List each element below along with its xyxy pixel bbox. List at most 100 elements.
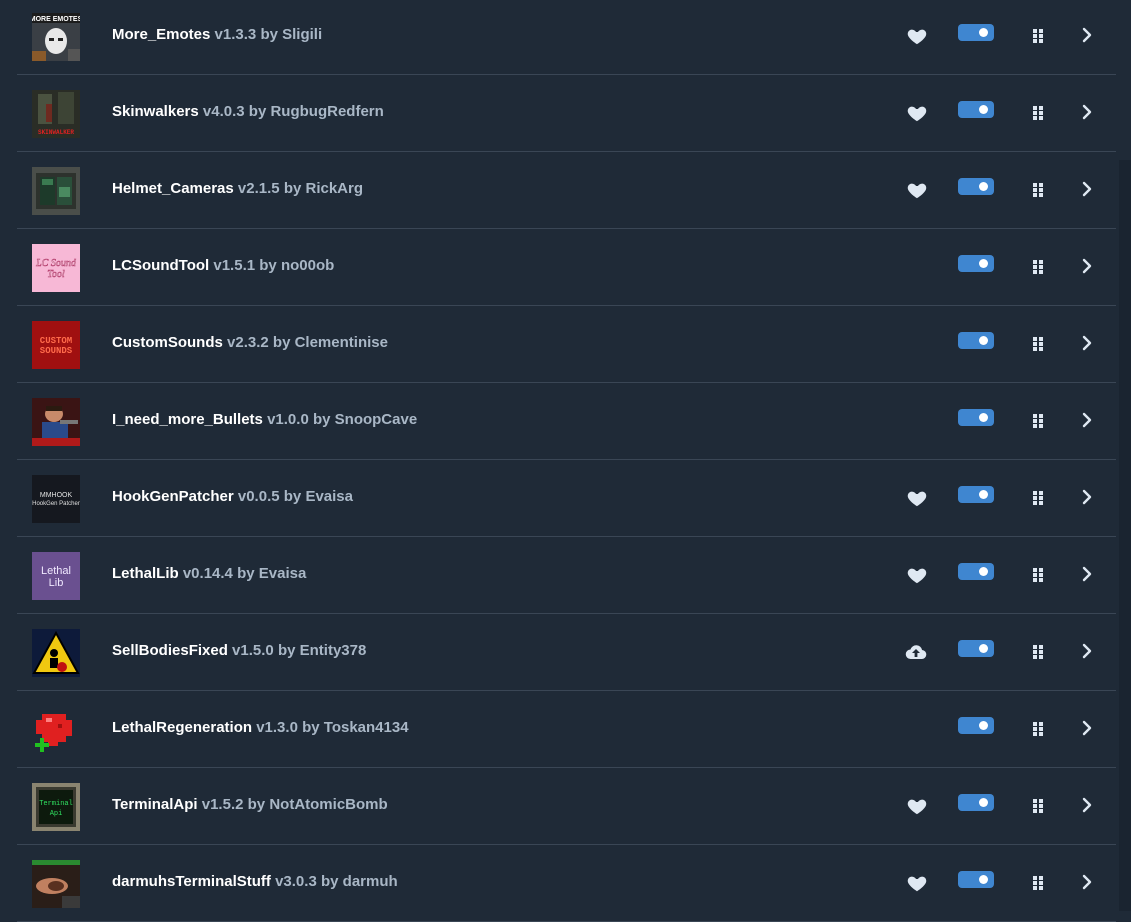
svg-text:Api: Api (50, 810, 63, 818)
chevron-right-icon[interactable] (1081, 411, 1093, 429)
drag-handle-icon[interactable] (1032, 875, 1044, 891)
enable-toggle[interactable] (958, 794, 994, 811)
mod-thumbnail (32, 706, 80, 754)
mod-version: v1.5.0 (232, 642, 274, 659)
mod-thumbnail: MMHOOK HookGen Patcher (32, 475, 80, 523)
mod-by-label: by (302, 719, 320, 736)
mod-by-label: by (259, 257, 277, 274)
svg-text:Lethal: Lethal (41, 565, 71, 577)
chevron-right-icon[interactable] (1081, 26, 1093, 44)
toggle-knob (979, 490, 988, 499)
drag-handle-icon[interactable] (1032, 721, 1044, 737)
mod-version: v2.3.2 (227, 334, 269, 351)
mod-version: v1.3.0 (256, 719, 298, 736)
scrollbar[interactable] (1119, 160, 1131, 911)
mod-version: v0.0.5 (237, 488, 280, 505)
drag-handle-icon[interactable] (1032, 182, 1044, 198)
heart-icon[interactable] (906, 872, 928, 894)
mod-by-label: by (247, 796, 266, 813)
mod-thumbnail: CUSTOM SOUNDS (32, 321, 80, 369)
chevron-right-icon[interactable] (1081, 103, 1093, 121)
chevron-right-icon[interactable] (1081, 488, 1093, 506)
mod-row[interactable]: SKINWALKER Skinwalkers v4.0.3 by RugbugR… (17, 76, 1116, 152)
mod-name: Helmet_Cameras (112, 180, 234, 197)
cloud-upload-icon[interactable] (904, 640, 928, 664)
mod-author: RickArg (305, 180, 364, 197)
toggle-knob (979, 259, 988, 268)
svg-text:LC Sound: LC Sound (35, 258, 77, 269)
enable-toggle[interactable] (958, 101, 994, 118)
enable-toggle[interactable] (958, 563, 994, 580)
svg-text:HookGen Patcher: HookGen Patcher (32, 501, 80, 507)
mod-name: darmuhsTerminalStuff (112, 873, 271, 890)
mod-name: LethalRegeneration (112, 719, 253, 736)
mod-row[interactable]: SellBodiesFixed v1.5.0 by Entity378 (17, 615, 1116, 691)
mod-row[interactable]: MMHOOK HookGen Patcher HookGenPatcher v0… (17, 461, 1116, 537)
chevron-right-icon[interactable] (1081, 257, 1093, 275)
enable-toggle[interactable] (958, 486, 994, 503)
mod-title: Helmet_Cameras v2.1.5 by RickArg (112, 180, 363, 197)
enable-toggle[interactable] (958, 255, 994, 272)
enable-toggle[interactable] (958, 409, 994, 426)
enable-toggle[interactable] (958, 717, 994, 734)
mod-name: SellBodiesFixed (112, 642, 228, 659)
mod-version: v4.0.3 (202, 103, 245, 120)
enable-toggle[interactable] (958, 332, 994, 349)
drag-handle-icon[interactable] (1032, 28, 1044, 44)
toggle-knob (979, 567, 988, 576)
heart-icon[interactable] (906, 487, 928, 509)
mod-row[interactable]: LC Sound Tool LCSoundTool v1.5.1 by no00… (17, 230, 1116, 306)
enable-toggle[interactable] (958, 178, 994, 195)
chevron-right-icon[interactable] (1081, 642, 1093, 660)
chevron-right-icon[interactable] (1081, 334, 1093, 352)
mod-name: Skinwalkers (112, 103, 199, 120)
mod-by-label: by (320, 873, 339, 890)
heart-icon[interactable] (906, 102, 928, 124)
heart-icon[interactable] (906, 795, 928, 817)
mod-row[interactable]: LethalRegeneration v1.3.0 by Toskan4134 (17, 692, 1116, 768)
drag-handle-icon[interactable] (1032, 259, 1044, 275)
drag-handle-icon[interactable] (1032, 105, 1044, 121)
svg-text:Tool: Tool (47, 269, 65, 280)
drag-handle-icon[interactable] (1032, 798, 1044, 814)
drag-handle-icon[interactable] (1032, 490, 1044, 506)
mod-title: I_need_more_Bullets v1.0.0 by SnoopCave (112, 411, 417, 428)
mod-row[interactable]: Helmet_Cameras v2.1.5 by RickArg (17, 153, 1116, 229)
mod-row[interactable]: Lethal Lib LethalLib v0.14.4 by Evaisa (17, 538, 1116, 614)
mod-title: TerminalApi v1.5.2 by NotAtomicBomb (112, 796, 388, 813)
drag-handle-icon[interactable] (1032, 567, 1044, 583)
mod-row[interactable]: Terminal Api TerminalApi v1.5.2 by NotAt… (17, 769, 1116, 845)
drag-handle-icon[interactable] (1032, 413, 1044, 429)
chevron-right-icon[interactable] (1081, 180, 1093, 198)
drag-handle-icon[interactable] (1032, 644, 1044, 660)
chevron-right-icon[interactable] (1081, 565, 1093, 583)
svg-text:SOUNDS: SOUNDS (40, 346, 73, 356)
enable-toggle[interactable] (958, 24, 994, 41)
mod-name: More_Emotes (112, 26, 211, 43)
toggle-knob (979, 28, 988, 37)
svg-text:Terminal: Terminal (39, 800, 73, 808)
svg-text:Lib: Lib (49, 577, 64, 589)
svg-text:SKINWALKER: SKINWALKER (38, 129, 74, 136)
mod-author: Entity378 (299, 642, 367, 659)
mod-author: Toskan4134 (323, 719, 409, 736)
toggle-knob (979, 798, 988, 807)
mod-row[interactable]: I_need_more_Bullets v1.0.0 by SnoopCave (17, 384, 1116, 460)
heart-icon[interactable] (906, 179, 928, 201)
heart-icon[interactable] (906, 25, 928, 47)
chevron-right-icon[interactable] (1081, 719, 1093, 737)
mod-author: darmuh (342, 873, 398, 890)
drag-handle-icon[interactable] (1032, 336, 1044, 352)
toggle-knob (979, 875, 988, 884)
mod-thumbnail: SKINWALKER (32, 90, 80, 138)
enable-toggle[interactable] (958, 640, 994, 657)
enable-toggle[interactable] (958, 871, 994, 888)
mod-by-label: by (283, 488, 302, 505)
chevron-right-icon[interactable] (1081, 873, 1093, 891)
mod-row[interactable]: CUSTOM SOUNDS CustomSounds v2.3.2 by Cle… (17, 307, 1116, 383)
chevron-right-icon[interactable] (1081, 796, 1093, 814)
mod-row[interactable]: MORE EMOTES More_Emotes v1.3.3 by Sligil… (17, 0, 1116, 75)
mod-thumbnail (32, 398, 80, 446)
mod-author: NotAtomicBomb (269, 796, 388, 813)
heart-icon[interactable] (906, 564, 928, 586)
